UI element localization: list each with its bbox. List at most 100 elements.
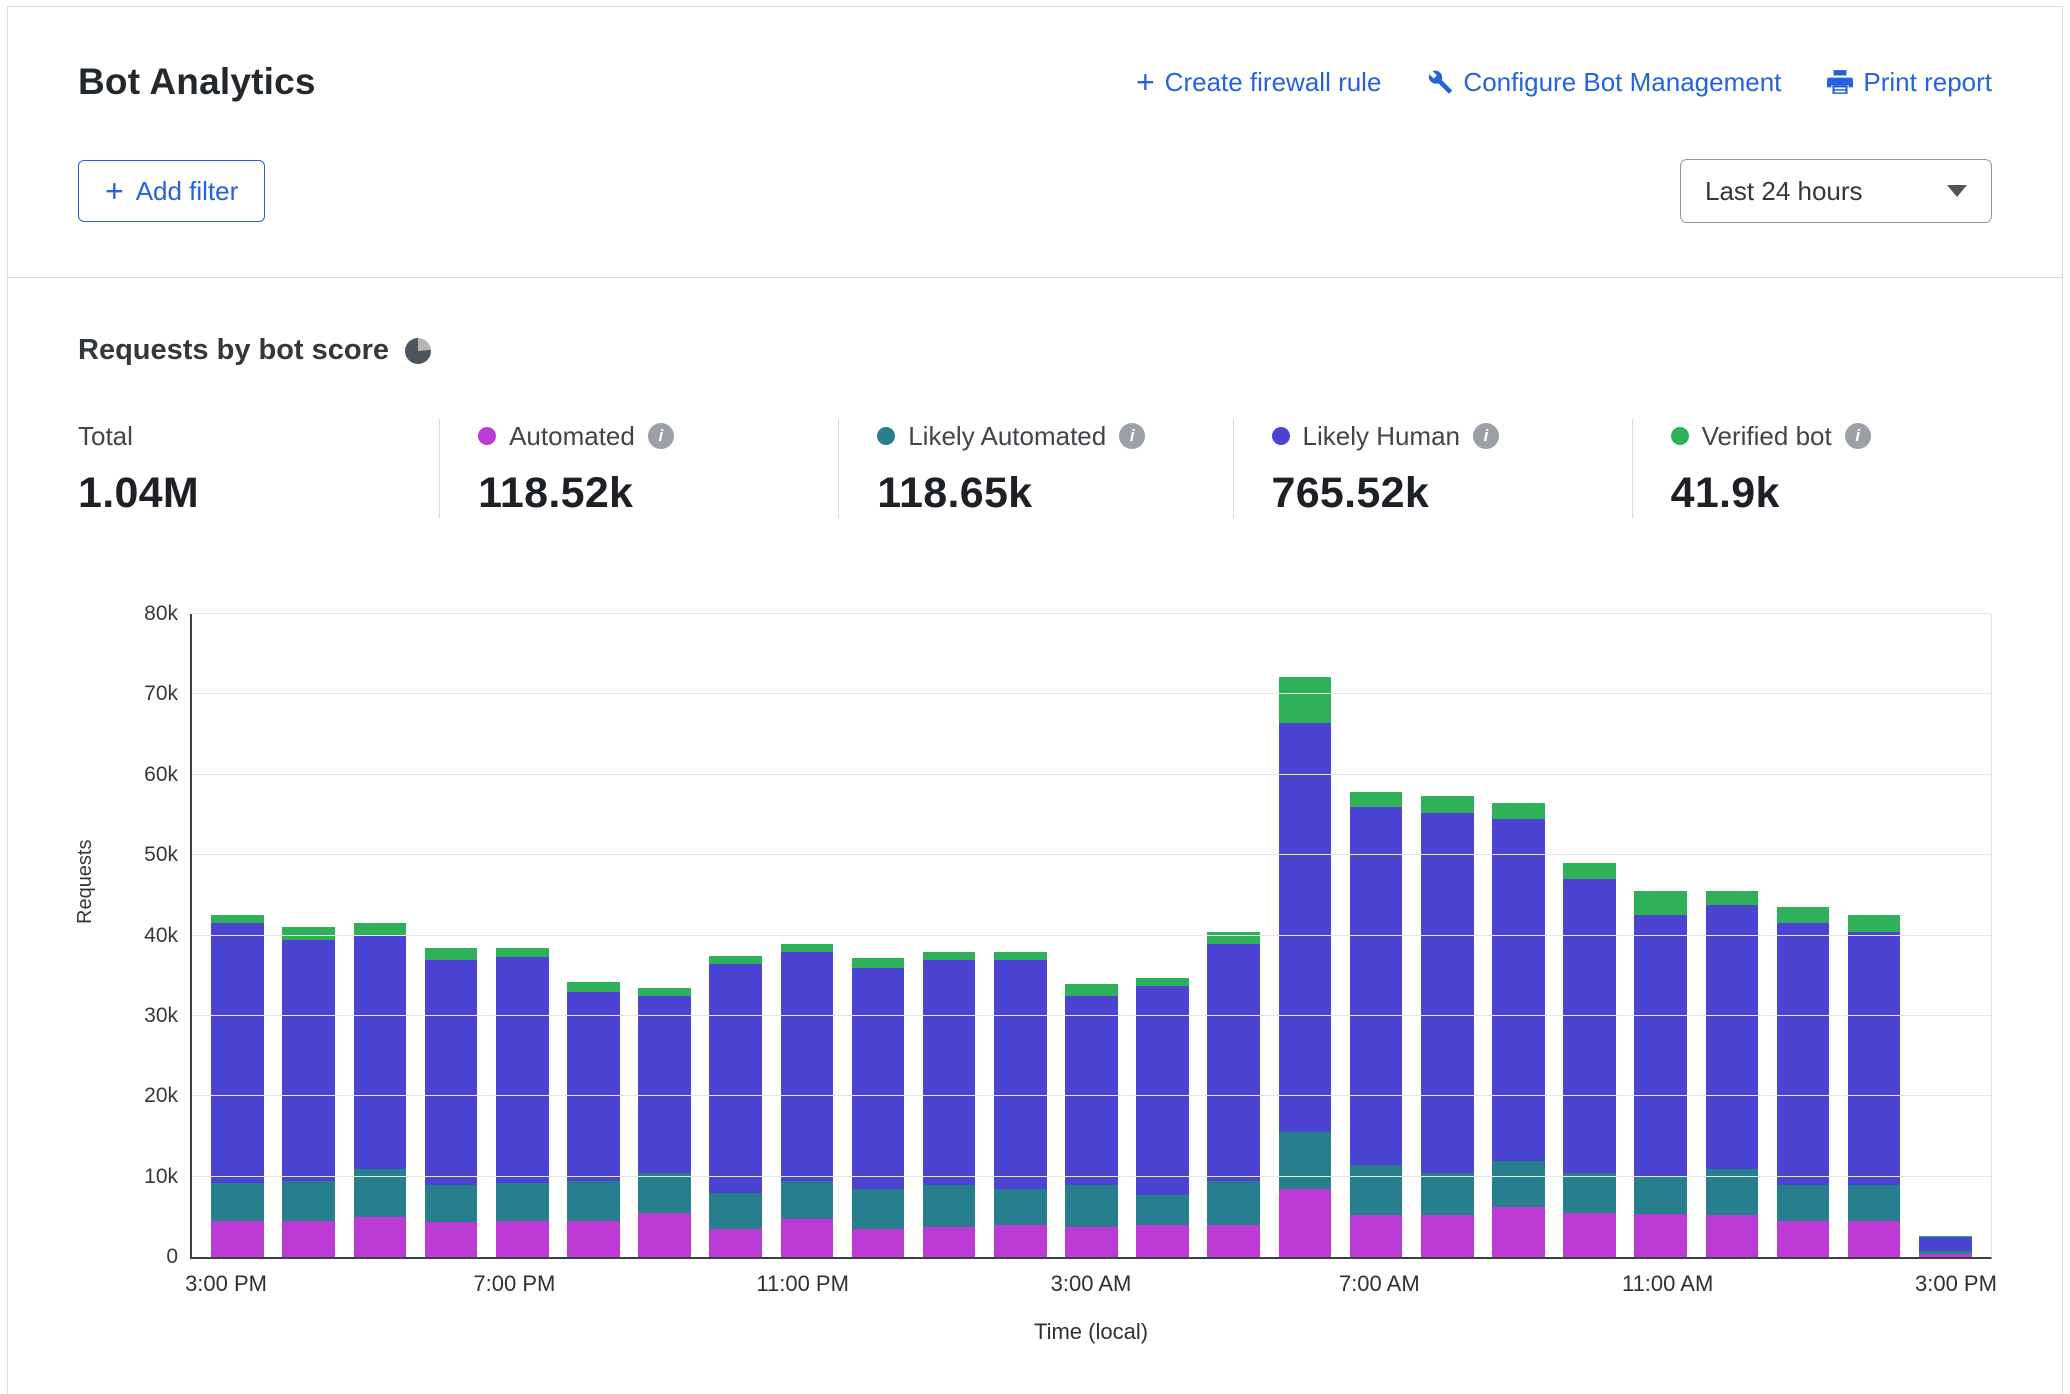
bar-9-00-pm[interactable]: [638, 614, 691, 1257]
segment-verified-bot[interactable]: [1350, 792, 1403, 806]
bar-2-00-pm[interactable]: [1848, 614, 1901, 1257]
info-icon[interactable]: i: [1845, 423, 1871, 449]
segment-likely-human[interactable]: [496, 957, 549, 1183]
segment-likely-automated[interactable]: [282, 1181, 335, 1221]
segment-verified-bot[interactable]: [1777, 907, 1830, 923]
bar-4-00-pm[interactable]: [282, 614, 335, 1257]
segment-automated[interactable]: [1919, 1254, 1972, 1257]
segment-likely-automated[interactable]: [425, 1185, 478, 1223]
segment-verified-bot[interactable]: [211, 915, 264, 923]
segment-likely-automated[interactable]: [1563, 1173, 1616, 1213]
segment-likely-automated[interactable]: [709, 1193, 762, 1229]
add-filter-button[interactable]: + Add filter: [78, 160, 265, 222]
segment-likely-automated[interactable]: [1136, 1195, 1189, 1225]
info-icon[interactable]: i: [648, 423, 674, 449]
segment-likely-human[interactable]: [923, 960, 976, 1185]
segment-likely-human[interactable]: [1848, 932, 1901, 1185]
segment-automated[interactable]: [211, 1221, 264, 1257]
bar-8-00-am[interactable]: [1421, 614, 1474, 1257]
bar-3-00-pm[interactable]: [211, 614, 264, 1257]
segment-verified-bot[interactable]: [994, 952, 1047, 960]
segment-likely-automated[interactable]: [496, 1183, 549, 1221]
segment-verified-bot[interactable]: [1706, 891, 1759, 905]
segment-verified-bot[interactable]: [425, 948, 478, 960]
segment-verified-bot[interactable]: [638, 988, 691, 996]
bar-7-00-am[interactable]: [1350, 614, 1403, 1257]
bar-10-00-pm[interactable]: [709, 614, 762, 1257]
segment-likely-human[interactable]: [354, 936, 407, 1169]
segment-likely-human[interactable]: [1563, 879, 1616, 1172]
info-icon[interactable]: i: [1119, 423, 1145, 449]
segment-likely-automated[interactable]: [1207, 1181, 1260, 1225]
segment-automated[interactable]: [1634, 1214, 1687, 1257]
segment-likely-automated[interactable]: [1065, 1185, 1118, 1228]
segment-verified-bot[interactable]: [852, 958, 905, 968]
info-icon[interactable]: i: [1473, 423, 1499, 449]
bar-3-00-am[interactable]: [1065, 614, 1118, 1257]
segment-likely-automated[interactable]: [1421, 1173, 1474, 1216]
segment-verified-bot[interactable]: [709, 956, 762, 964]
segment-likely-human[interactable]: [1634, 915, 1687, 1176]
segment-likely-human[interactable]: [1065, 996, 1118, 1185]
bar-6-00-pm[interactable]: [425, 614, 478, 1257]
segment-automated[interactable]: [852, 1229, 905, 1257]
segment-automated[interactable]: [1065, 1227, 1118, 1257]
segment-likely-automated[interactable]: [781, 1181, 834, 1220]
segment-automated[interactable]: [567, 1221, 620, 1257]
segment-likely-human[interactable]: [852, 968, 905, 1189]
segment-automated[interactable]: [496, 1221, 549, 1257]
segment-likely-automated[interactable]: [1350, 1165, 1403, 1216]
segment-likely-human[interactable]: [781, 952, 834, 1181]
segment-verified-bot[interactable]: [1065, 984, 1118, 996]
segment-likely-automated[interactable]: [923, 1185, 976, 1228]
segment-automated[interactable]: [781, 1219, 834, 1257]
bar-3-00-pm[interactable]: [1919, 614, 1972, 1257]
segment-automated[interactable]: [1279, 1189, 1332, 1257]
segment-verified-bot[interactable]: [923, 952, 976, 960]
segment-likely-automated[interactable]: [1777, 1185, 1830, 1221]
segment-verified-bot[interactable]: [781, 944, 834, 952]
segment-likely-human[interactable]: [1919, 1237, 1972, 1251]
segment-verified-bot[interactable]: [282, 927, 335, 939]
segment-automated[interactable]: [1421, 1215, 1474, 1257]
segment-automated[interactable]: [354, 1217, 407, 1257]
segment-likely-human[interactable]: [1777, 923, 1830, 1184]
segment-automated[interactable]: [1207, 1225, 1260, 1257]
segment-likely-human[interactable]: [1279, 723, 1332, 1133]
segment-automated[interactable]: [1136, 1225, 1189, 1257]
bar-1-00-am[interactable]: [923, 614, 976, 1257]
segment-verified-bot[interactable]: [1207, 932, 1260, 944]
segment-likely-automated[interactable]: [1634, 1177, 1687, 1215]
segment-verified-bot[interactable]: [567, 982, 620, 992]
segment-likely-automated[interactable]: [1492, 1161, 1545, 1208]
segment-likely-human[interactable]: [1350, 807, 1403, 1165]
segment-likely-human[interactable]: [638, 996, 691, 1173]
bar-8-00-pm[interactable]: [567, 614, 620, 1257]
bar-7-00-pm[interactable]: [496, 614, 549, 1257]
segment-automated[interactable]: [1563, 1213, 1616, 1257]
segment-automated[interactable]: [994, 1225, 1047, 1257]
configure-bot-management-link[interactable]: Configure Bot Management: [1427, 67, 1781, 98]
segment-likely-human[interactable]: [425, 960, 478, 1185]
bar-1-00-pm[interactable]: [1777, 614, 1830, 1257]
segment-verified-bot[interactable]: [496, 948, 549, 958]
bar-12-00-pm[interactable]: [1706, 614, 1759, 1257]
segment-likely-human[interactable]: [1136, 986, 1189, 1195]
segment-likely-automated[interactable]: [638, 1173, 691, 1213]
bar-10-00-am[interactable]: [1563, 614, 1616, 1257]
segment-verified-bot[interactable]: [1634, 891, 1687, 915]
bar-2-00-am[interactable]: [994, 614, 1047, 1257]
segment-likely-automated[interactable]: [852, 1189, 905, 1229]
bar-11-00-am[interactable]: [1634, 614, 1687, 1257]
bar-5-00-am[interactable]: [1207, 614, 1260, 1257]
create-firewall-rule-link[interactable]: + Create firewall rule: [1136, 67, 1381, 98]
segment-automated[interactable]: [638, 1213, 691, 1257]
segment-likely-human[interactable]: [1492, 819, 1545, 1161]
segment-verified-bot[interactable]: [1421, 796, 1474, 812]
bar-9-00-am[interactable]: [1492, 614, 1545, 1257]
segment-likely-human[interactable]: [709, 964, 762, 1193]
bar-4-00-am[interactable]: [1136, 614, 1189, 1257]
segment-likely-automated[interactable]: [1848, 1185, 1901, 1221]
segment-likely-automated[interactable]: [1279, 1132, 1332, 1188]
bar-12-00-am[interactable]: [852, 614, 905, 1257]
